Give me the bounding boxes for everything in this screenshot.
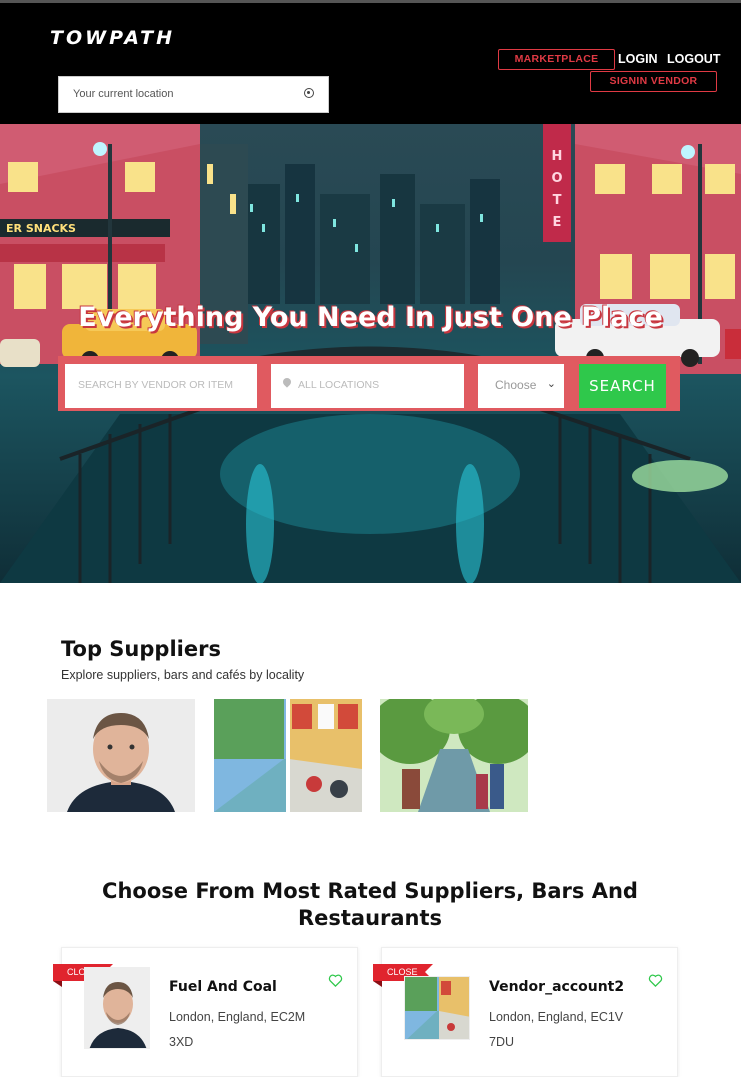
top-suppliers-title: Top Suppliers [61,637,221,661]
category-select-value: Choose [495,378,537,392]
category-select[interactable]: Choose ⌄ [478,364,564,408]
vendor-name[interactable]: Fuel And Coal [169,979,277,995]
supplier-image-canal-boats[interactable] [380,699,528,812]
search-button[interactable]: SEARCH [579,364,666,408]
vendor-thumbnail[interactable] [84,967,150,1049]
supplier-image-canal-street[interactable] [214,699,362,812]
hero-title: Everything You Need In Just One Place [78,302,663,333]
svg-text:O: O [551,171,562,186]
heart-icon[interactable] [648,973,663,988]
svg-text:H: H [552,149,563,164]
locations-input[interactable]: ALL LOCATIONS [271,364,464,408]
map-pin-icon [281,376,293,388]
vendor-name[interactable]: Vendor_account2 [489,979,624,995]
svg-text:T: T [553,193,562,208]
logo[interactable]: TOWPATH [50,27,175,49]
chevron-down-icon: ⌄ [546,378,556,390]
logout-link[interactable]: LOGOUT [667,52,720,66]
most-rated-title: Choose From Most Rated Suppliers, Bars A… [102,879,638,930]
vendor-search-input[interactable]: SEARCH BY VENDOR OR ITEM [65,364,257,408]
vendor-address: London, England, EC2M 3XD [169,1010,306,1049]
current-location-input[interactable]: Your current location [58,76,329,113]
heart-icon[interactable] [328,973,343,988]
marketplace-button[interactable]: MARKETPLACE [498,49,615,70]
site-header: TOWPATH Your current location MARKETPLAC… [0,0,741,124]
vendor-address: London, England, EC1V 7DU [489,1010,624,1049]
svg-text:E: E [553,215,562,230]
top-suppliers-subtitle: Explore suppliers, bars and cafés by loc… [61,668,305,682]
signin-vendor-button[interactable]: SIGNIN VENDOR [590,71,717,92]
search-bar: SEARCH BY VENDOR OR ITEM ALL LOCATIONS C… [58,356,680,411]
vendor-card[interactable]: CLOSE Fuel And Coal London, England, EC2… [53,947,358,1077]
locations-placeholder: ALL LOCATIONS [298,379,380,391]
vendor-thumbnail[interactable] [404,976,470,1040]
crosshair-icon[interactable] [304,88,314,98]
login-link[interactable]: LOGIN [618,52,658,66]
supplier-image-portrait[interactable] [47,699,195,812]
vendor-card[interactable]: CLOSE Vendor_account2 London, England, E… [373,947,678,1077]
location-placeholder: Your current location [73,88,174,100]
svg-text:ER SNACKS: ER SNACKS [6,222,76,235]
hero-banner: ER SNACKS H O T E Everything You Need In… [0,124,741,583]
hero-illustration: ER SNACKS H O T E [0,124,741,583]
